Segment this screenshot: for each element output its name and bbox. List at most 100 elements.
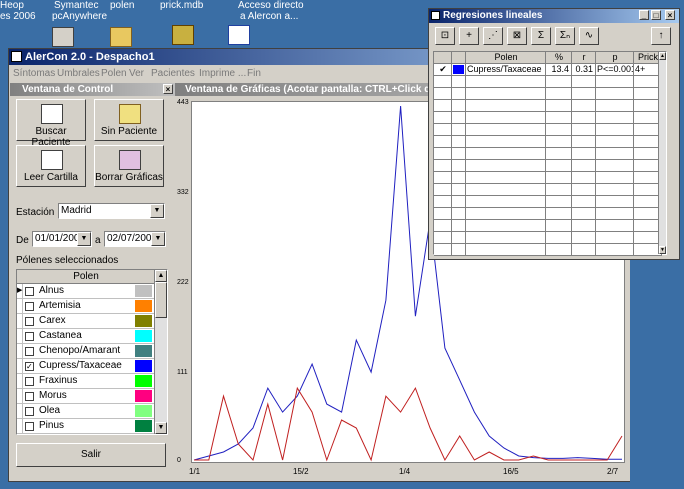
close-icon[interactable]: ×: [665, 10, 675, 20]
header-p: p: [596, 52, 634, 64]
pollen-row[interactable]: Castanea: [17, 329, 155, 344]
scroll-up-icon[interactable]: ▲: [155, 270, 167, 282]
y-tick: 0: [177, 457, 181, 464]
empty-cell: [452, 88, 466, 100]
chevron-down-icon[interactable]: ▼: [151, 232, 165, 246]
pollen-row[interactable]: Chenopo/Amarant: [17, 344, 155, 359]
folder-icon[interactable]: [110, 27, 132, 47]
pollen-row[interactable]: ✓ Cupress/Taxaceae: [17, 359, 155, 374]
pollen-list-scrollbar[interactable]: ▲ ▼: [154, 270, 167, 434]
scatter-icon[interactable]: ⋰: [483, 27, 503, 45]
empty-cell: [434, 88, 452, 100]
pollen-checkbox[interactable]: [25, 317, 34, 326]
empty-cell: [466, 220, 546, 232]
sin-paciente-button[interactable]: Sin Paciente: [94, 99, 164, 141]
chevron-down-icon[interactable]: ▼: [150, 204, 164, 218]
desktop-label: es 2006: [0, 11, 36, 22]
series-line: [194, 386, 623, 462]
chart2-icon[interactable]: ⊠: [507, 27, 527, 45]
header-color-col: [452, 52, 466, 64]
pollen-row[interactable]: Fraxinus: [17, 374, 155, 389]
maximize-icon[interactable]: □: [651, 10, 661, 20]
empty-cell: [546, 196, 572, 208]
pollen-row[interactable]: Plantago: [17, 434, 155, 435]
station-value: Madrid: [61, 205, 92, 216]
pollen-checkbox[interactable]: ✓: [25, 362, 34, 371]
empty-cell: [452, 136, 466, 148]
row-p: P<=0.001: [596, 64, 634, 76]
empty-cell: [546, 124, 572, 136]
sigma-n-icon[interactable]: Σₙ: [555, 27, 575, 45]
x-tick: 15/2: [293, 467, 309, 476]
empty-cell: [452, 208, 466, 220]
from-date-field[interactable]: 01/01/2006 ▼: [32, 231, 92, 247]
wave-icon[interactable]: ∿: [579, 27, 599, 45]
x-tick: 1/4: [399, 467, 411, 476]
row-pointer: [17, 434, 23, 435]
pollen-checkbox[interactable]: [25, 377, 34, 386]
pollen-row[interactable]: ▶ Alnus: [17, 284, 155, 299]
row-checkbox[interactable]: ✔: [434, 64, 452, 76]
row-pointer: [17, 329, 23, 343]
regression-window: Regresiones lineales _ □ × ⊡ + ⋰ ⊠ Σ Σₙ …: [428, 8, 680, 260]
add-icon[interactable]: +: [459, 27, 479, 45]
menu-pacientes[interactable]: Pacientes: [151, 68, 195, 79]
chart-icon[interactable]: ⊡: [435, 27, 455, 45]
graph-title: Ventana de Gráficas (Acotar pantalla: CT…: [185, 84, 451, 95]
station-select[interactable]: Madrid ▼: [58, 203, 165, 219]
regression-scrollbar[interactable]: ▲ ▼: [658, 52, 666, 254]
pollen-row[interactable]: Pinus: [17, 419, 155, 434]
scroll-down-icon[interactable]: ▼: [155, 422, 167, 434]
pollen-row[interactable]: Artemisia: [17, 299, 155, 314]
empty-cell: [596, 88, 634, 100]
sigma-icon[interactable]: Σ: [531, 27, 551, 45]
borrar-graficas-button[interactable]: Borrar Gráficas: [94, 145, 164, 187]
exit-button[interactable]: Salir: [16, 443, 166, 467]
pollen-checkbox[interactable]: [25, 302, 34, 311]
empty-cell: [596, 208, 634, 220]
scroll-down-icon[interactable]: ▼: [659, 246, 666, 254]
empty-cell: [546, 220, 572, 232]
menu-sintomas[interactable]: Síntomas: [13, 68, 55, 79]
chevron-down-icon[interactable]: ▼: [77, 232, 91, 246]
pollen-checkbox[interactable]: [25, 332, 34, 341]
to-date-field[interactable]: 02/07/2006 ▼: [104, 231, 166, 247]
close-icon[interactable]: ×: [163, 84, 173, 94]
menu-umbrales[interactable]: Umbrales: [57, 68, 100, 79]
selected-pollens-label: Pólenes seleccionados: [16, 255, 119, 266]
leer-cartilla-button[interactable]: Leer Cartilla: [16, 145, 86, 187]
desktop-label: pcAnywhere: [52, 11, 108, 22]
menu-ver[interactable]: Ver: [129, 68, 144, 79]
scroll-up-icon[interactable]: ▲: [659, 52, 666, 60]
pollen-checkbox[interactable]: [25, 392, 34, 401]
word-doc-icon[interactable]: [228, 25, 250, 45]
buscar-paciente-button[interactable]: Buscar Paciente: [16, 99, 86, 148]
empty-cell: [434, 136, 452, 148]
pollen-name: Cupress/Taxaceae: [39, 360, 122, 371]
menu-fin[interactable]: Fin: [247, 68, 261, 79]
pcanywhere-icon[interactable]: [52, 27, 74, 47]
pollen-row[interactable]: Carex: [17, 314, 155, 329]
header-pct: %: [546, 52, 572, 64]
menu-imprime[interactable]: Imprime ...: [199, 68, 246, 79]
pollen-checkbox[interactable]: [25, 422, 34, 431]
pollen-checkbox[interactable]: [25, 407, 34, 416]
pollen-name: Artemisia: [39, 300, 81, 311]
minimize-icon[interactable]: _: [639, 10, 649, 20]
pollen-row[interactable]: Morus: [17, 389, 155, 404]
row-pointer: [17, 404, 23, 418]
empty-cell: [466, 124, 546, 136]
pollen-checkbox[interactable]: [25, 287, 34, 296]
up-arrow-icon[interactable]: ↑: [651, 27, 671, 45]
scroll-thumb[interactable]: [155, 282, 167, 318]
menu-polen[interactable]: Polen: [101, 68, 127, 79]
pollen-row[interactable]: Olea: [17, 404, 155, 419]
regression-title: Regresiones lineales: [443, 10, 543, 21]
desktop-label: Acceso directo: [238, 0, 304, 11]
database-icon[interactable]: [172, 25, 194, 45]
header-polen: Polen: [466, 52, 546, 64]
empty-cell: [466, 184, 546, 196]
header-r: r: [572, 52, 596, 64]
pollen-checkbox[interactable]: [25, 347, 34, 356]
x-tick: 1/1: [189, 467, 201, 476]
